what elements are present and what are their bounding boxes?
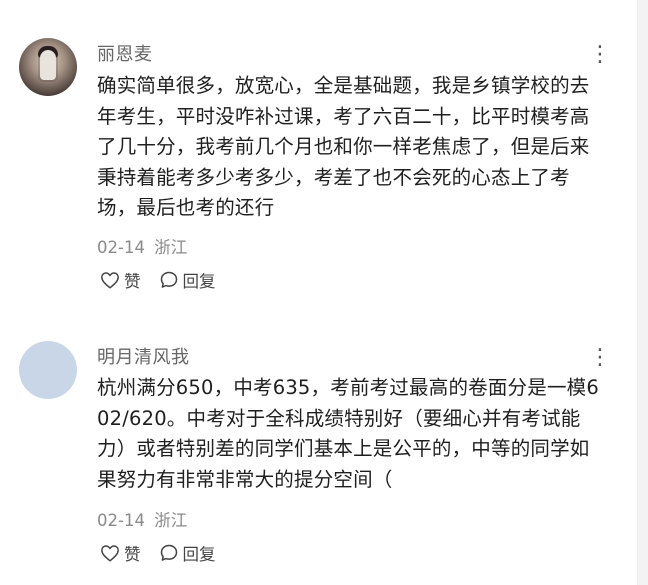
comment-location: 浙江 <box>154 238 188 257</box>
heart-outline-icon <box>101 272 119 289</box>
comment-meta: 02-14 浙江 <box>97 507 187 531</box>
comment-actions: 赞 回复 <box>100 541 234 565</box>
speech-bubble-icon <box>160 544 177 561</box>
reply-button[interactable]: 回复 <box>159 541 216 565</box>
avatar-photo-detail <box>40 50 56 80</box>
heart-outline-icon <box>101 545 119 562</box>
more-options-icon[interactable]: ⋮ <box>589 44 612 66</box>
speech-bubble-icon <box>160 271 177 288</box>
comment-actions: 赞 回复 <box>100 268 234 292</box>
like-label: 赞 <box>124 272 141 291</box>
username[interactable]: 丽恩麦 <box>97 40 153 66</box>
reply-label: 回复 <box>182 272 216 291</box>
reply-button[interactable]: 回复 <box>159 268 216 292</box>
scrollbar[interactable] <box>637 0 648 585</box>
comment-date: 02-14 <box>97 511 145 530</box>
like-label: 赞 <box>124 545 141 564</box>
username[interactable]: 明月清风我 <box>97 343 190 369</box>
comment-text: 确实简单很多，放宽心，全是基础题，我是乡镇学校的去年考生，平时没咋补过课，考了六… <box>97 74 590 219</box>
avatar[interactable] <box>19 341 77 399</box>
like-button[interactable]: 赞 <box>100 541 141 565</box>
avatar[interactable] <box>19 38 77 96</box>
more-options-icon[interactable]: ⋮ <box>589 347 612 369</box>
comment-date: 02-14 <box>97 238 145 257</box>
comment-location: 浙江 <box>154 511 188 530</box>
comment-meta: 02-14 浙江 <box>97 234 187 258</box>
comment-text: 杭州满分650，中考635，考前考过最高的卷面分是一模602/620。中考对于全… <box>97 376 599 491</box>
reply-label: 回复 <box>182 545 216 564</box>
like-button[interactable]: 赞 <box>100 268 141 292</box>
